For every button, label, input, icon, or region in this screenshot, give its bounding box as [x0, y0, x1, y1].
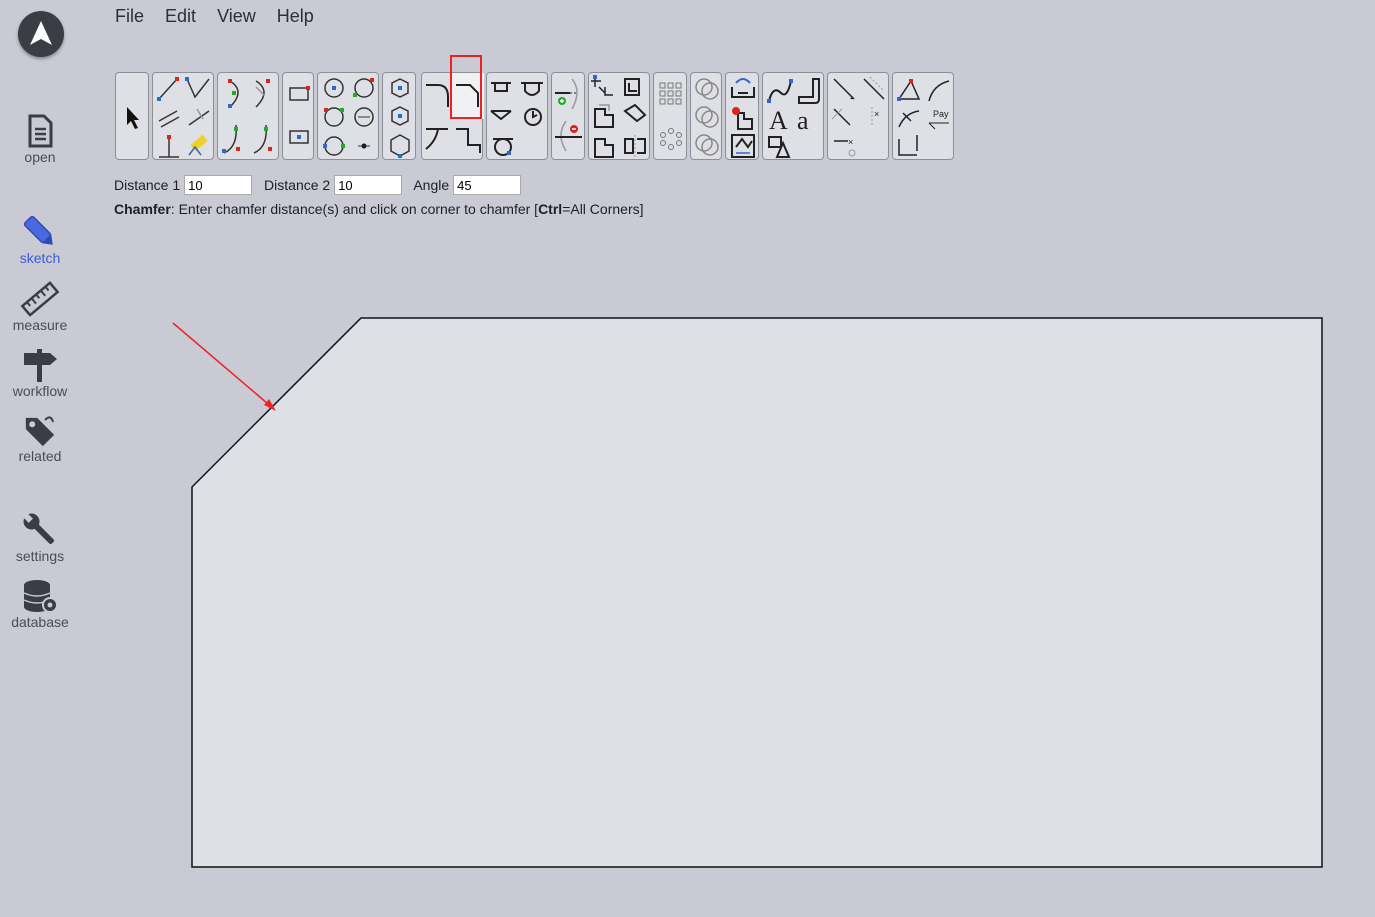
database-gear-icon — [23, 580, 58, 613]
font-sample-a2: a — [797, 106, 809, 135]
sidebar-item-sketch[interactable]: sketch — [0, 212, 80, 266]
menu-help[interactable]: Help — [277, 6, 314, 26]
sidebar-item-database[interactable]: database — [0, 578, 80, 630]
pencil-icon — [23, 215, 53, 245]
pay-sample-text: Pay — [933, 109, 949, 119]
distance2-input[interactable] — [334, 175, 403, 195]
sidebar-label-sketch: sketch — [19, 250, 61, 266]
spline-text-icon: A a — [767, 78, 820, 158]
distance2-label: Distance 2 — [264, 176, 331, 193]
hint-text-before: : Enter chamfer distance(s) and click on… — [170, 201, 539, 217]
menu-bar: File Edit View Help — [115, 6, 330, 27]
menu-file[interactable]: File — [115, 6, 144, 26]
polygon-tools-icon — [390, 78, 410, 158]
sidebar-item-settings[interactable]: settings — [0, 512, 80, 564]
sidebar: open sketch measure workflow related set… — [0, 0, 80, 917]
annotation-arrow-head — [264, 399, 276, 411]
sidebar-label-related: related — [18, 448, 62, 464]
sidebar-label-workflow: workflow — [12, 383, 68, 399]
circle-tools-group[interactable] — [317, 72, 379, 160]
logo-arrow-icon — [30, 21, 52, 45]
menu-edit[interactable]: Edit — [165, 6, 196, 26]
document-icon — [28, 114, 53, 148]
angle-input[interactable] — [453, 175, 522, 195]
arc-tools-icon — [222, 79, 272, 154]
hint-text-after: =All Corners] — [562, 201, 644, 217]
dimension-tools-icon: × × — [831, 76, 885, 157]
spline-text-tools-group[interactable]: A a — [762, 72, 824, 160]
circle-tools-icon — [323, 78, 374, 156]
annotation-tools-group[interactable]: Pay — [892, 72, 954, 160]
sidebar-label-settings: settings — [15, 548, 65, 564]
chamfer-params: Distance 1 Distance 2 Angle — [114, 175, 529, 195]
polygon-tools-group[interactable] — [382, 72, 416, 160]
ruler-icon — [20, 281, 60, 317]
hint-key: Ctrl — [538, 201, 563, 217]
wrench-icon — [23, 513, 55, 545]
distance1-label: Distance 1 — [114, 176, 181, 193]
app-logo[interactable] — [18, 11, 64, 57]
distance1-input[interactable] — [184, 175, 253, 195]
transform-tools-group[interactable] — [588, 72, 650, 160]
pattern-tools-group[interactable] — [653, 72, 687, 160]
sidebar-label-measure: measure — [12, 317, 68, 333]
signpost-icon — [24, 349, 57, 382]
menu-view[interactable]: View — [217, 6, 256, 26]
rectangle-tools-icon — [289, 86, 310, 144]
boolean-tools-group[interactable] — [690, 72, 722, 160]
tool-hint: Chamfer: Enter chamfer distance(s) and c… — [114, 201, 644, 217]
block-tools-icon — [731, 78, 755, 158]
angle-label: Angle — [413, 176, 450, 193]
annotation-arrow-line — [172, 322, 275, 410]
annotation-tools-icon: Pay — [897, 79, 950, 156]
hint-tool-name: Chamfer — [114, 201, 171, 217]
select-arrow-icon — [127, 107, 139, 129]
sidebar-item-workflow[interactable]: workflow — [0, 347, 80, 399]
line-tools-icon — [157, 77, 210, 158]
svg-text:×: × — [848, 137, 853, 147]
chamfered-rectangle[interactable] — [191, 317, 1323, 868]
rectangle-tools-group[interactable] — [282, 72, 314, 160]
font-sample-a: A — [769, 106, 788, 135]
sidebar-label-database: database — [11, 614, 69, 630]
tag-icon — [25, 416, 55, 447]
pattern-tools-icon — [659, 82, 682, 150]
block-tools-group[interactable] — [725, 72, 759, 160]
slot-tools-group[interactable] — [486, 72, 548, 160]
sidebar-item-open[interactable]: open — [0, 113, 80, 165]
dimension-tools-group[interactable]: × × — [827, 72, 889, 160]
svg-text:×: × — [874, 109, 879, 119]
select-tool-group[interactable] — [115, 72, 149, 160]
arc-tools-group[interactable] — [217, 72, 279, 160]
line-tools-group[interactable] — [152, 72, 214, 160]
sidebar-item-related[interactable]: related — [0, 412, 80, 464]
chamfer-tool-highlight — [450, 55, 482, 119]
trim-extend-tools-group[interactable] — [551, 72, 585, 160]
boolean-tools-icon — [695, 78, 719, 156]
sidebar-item-measure[interactable]: measure — [0, 281, 80, 333]
transform-tools-icon — [591, 75, 647, 159]
trim-extend-icon — [555, 78, 582, 152]
slot-tools-icon — [490, 82, 543, 156]
sidebar-label-open: open — [24, 149, 56, 165]
